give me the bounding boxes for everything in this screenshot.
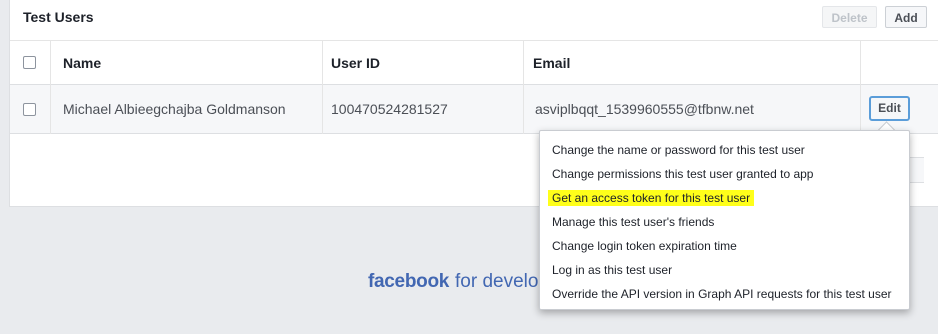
user-name: Michael Albieegchajba Goldmanson: [63, 101, 286, 117]
menu-item-manage-friends[interactable]: Manage this test user's friends: [552, 214, 714, 230]
brand-tagline: for develo: [455, 271, 539, 292]
menu-item-log-in-as-user[interactable]: Log in as this test user: [552, 262, 672, 278]
menu-item-change-name-password[interactable]: Change the name or password for this tes…: [552, 142, 805, 158]
menu-item-login-token-expiration[interactable]: Change login token expiration time: [552, 238, 737, 254]
column-divider: [523, 41, 524, 134]
column-divider: [860, 41, 861, 134]
table-row: Michael Albieegchajba Goldmanson 1004705…: [10, 85, 938, 134]
facebook-for-developers-logo[interactable]: facebook for develo: [368, 271, 538, 293]
column-header-user-id: User ID: [331, 55, 381, 71]
column-divider: [322, 41, 323, 134]
column-header-email: Email: [533, 55, 571, 71]
add-button[interactable]: Add: [885, 6, 927, 28]
panel-title: Test Users: [23, 9, 94, 25]
menu-item-override-api-version[interactable]: Override the API version in Graph API re…: [552, 286, 892, 302]
brand-wordmark: facebook: [368, 271, 450, 292]
row-checkbox[interactable]: [23, 103, 36, 116]
user-id: 100470524281527: [331, 101, 448, 117]
column-divider: [50, 41, 51, 134]
delete-button[interactable]: Delete: [822, 6, 877, 28]
panel-header: Test Users Delete Add: [10, 0, 938, 41]
menu-item-change-permissions[interactable]: Change permissions this test user grante…: [552, 166, 813, 182]
column-header-name: Name: [63, 55, 102, 71]
select-all-checkbox[interactable]: [23, 56, 36, 69]
user-email: asviplbqqt_1539960555@tfbnw.net: [535, 101, 754, 117]
menu-item-get-access-token[interactable]: Get an access token for this test user: [548, 190, 755, 206]
table-header: Name User ID Email: [10, 41, 938, 85]
edit-button[interactable]: Edit: [869, 96, 910, 121]
edit-dropdown-menu: Change the name or password for this tes…: [539, 130, 910, 310]
